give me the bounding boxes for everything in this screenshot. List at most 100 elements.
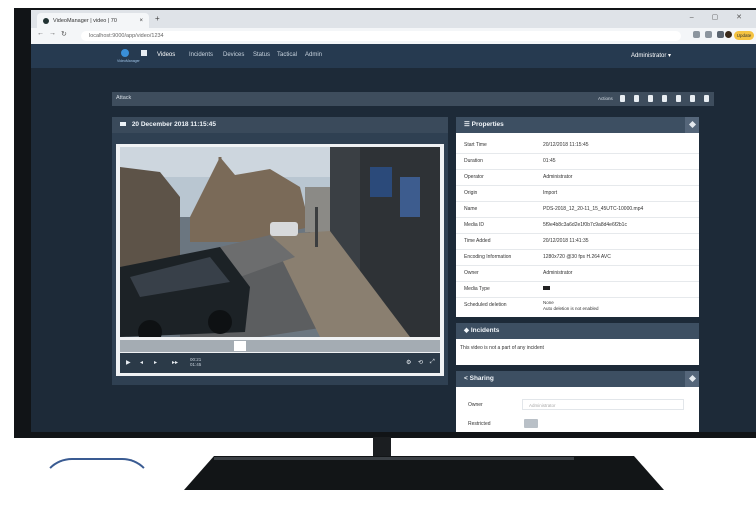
property-row: Media ID 5f9e4b8c3a6d2e1f0b7c9a8d4e6f2b1… bbox=[456, 217, 699, 234]
profile-avatar[interactable] bbox=[725, 31, 732, 38]
property-value: PDS-2018_12_20-11_15_45UTC-10000.mp4 bbox=[543, 206, 644, 212]
screen: VideoManager | video | 70 × + – ▢ ✕ ← → … bbox=[31, 10, 756, 432]
video-category-label: Attack bbox=[116, 95, 132, 101]
property-row: Operator Administrator bbox=[456, 169, 699, 186]
property-key: Scheduled deletion bbox=[464, 302, 507, 308]
home-icon[interactable] bbox=[141, 50, 147, 56]
seek-bar[interactable] bbox=[120, 340, 440, 352]
browser-tab[interactable]: VideoManager | video | 70 × bbox=[37, 13, 149, 28]
owner-value: Administrator bbox=[529, 403, 556, 408]
property-key: Time Added bbox=[464, 238, 491, 244]
nav-item-tactical[interactable]: Tactical bbox=[277, 52, 297, 58]
sharing-header: < Sharing bbox=[456, 371, 699, 387]
nav-item-incidents[interactable]: Incidents bbox=[189, 52, 213, 58]
favicon-icon bbox=[43, 17, 49, 24]
incidents-title: Incidents bbox=[470, 327, 500, 334]
nav-item-devices[interactable]: Devices bbox=[223, 52, 244, 58]
browser-tabbar: VideoManager | video | 70 × + – ▢ ✕ bbox=[31, 10, 756, 28]
decorative-arc bbox=[40, 458, 154, 522]
back-icon[interactable]: ← bbox=[37, 30, 44, 37]
player-controls: ▶ ◂ ▸ ▸▸ 00:21 01:45 ⚙ ⟲ ⤢ bbox=[120, 353, 440, 373]
nav-item-videos[interactable]: Videos bbox=[157, 52, 175, 58]
timecode: 00:21 01:45 bbox=[190, 357, 201, 367]
property-row: Media Type bbox=[456, 281, 699, 298]
fast-forward-icon[interactable]: ▸▸ bbox=[172, 359, 178, 366]
list-icon: ☰ bbox=[464, 121, 472, 128]
property-row: Start Time 20/12/2018 11:15:45 bbox=[456, 137, 699, 154]
property-value: 01:45 bbox=[543, 158, 556, 164]
property-value: Administrator bbox=[543, 174, 573, 180]
timecode-total: 01:45 bbox=[190, 362, 202, 367]
video-player[interactable]: ▶ ◂ ▸ ▸▸ 00:21 01:45 ⚙ ⟲ ⤢ bbox=[116, 144, 444, 376]
property-key: Name bbox=[464, 206, 478, 212]
property-row: Duration 01:45 bbox=[456, 153, 699, 170]
property-value: 1280x720 @30 fps H.264 AVC bbox=[543, 254, 611, 260]
address-bar[interactable]: localhost:9000/app/video/1234 bbox=[81, 31, 681, 41]
app-logo[interactable]: VideoManager bbox=[117, 48, 140, 64]
nav-item-status[interactable]: Status bbox=[253, 52, 270, 58]
incidents-panel: ◆ Incidents This video is not a part of … bbox=[456, 323, 699, 365]
extension-icon[interactable] bbox=[717, 31, 724, 38]
street-scene-image bbox=[120, 147, 440, 337]
app-navbar: VideoManager Videos Incidents Devices St… bbox=[31, 44, 756, 68]
extension-icon[interactable] bbox=[693, 31, 700, 38]
property-row: Owner Administrator bbox=[456, 265, 699, 282]
monitor-base-highlight bbox=[214, 457, 574, 460]
record-icon[interactable] bbox=[676, 95, 681, 102]
property-row: Time Added 20/12/2018 11:41:35 bbox=[456, 233, 699, 250]
filter-icon[interactable] bbox=[620, 95, 625, 102]
loop-icon[interactable]: ⟲ bbox=[418, 359, 423, 366]
camera-icon bbox=[120, 122, 126, 127]
video-frame[interactable] bbox=[120, 147, 440, 337]
step-back-icon[interactable]: ◂ bbox=[140, 359, 143, 366]
monitor-neck bbox=[373, 437, 391, 457]
incidents-message: This video is not a part of any incident bbox=[460, 345, 544, 351]
property-value: None Auto deletion is not enabled bbox=[543, 300, 599, 311]
properties-panel: ☰ Properties Start Time 20/12/2018 11:15… bbox=[456, 117, 699, 317]
actions-label: Actions bbox=[598, 96, 613, 101]
property-row: Name PDS-2018_12_20-11_15_45UTC-10000.mp… bbox=[456, 201, 699, 218]
more-icon[interactable] bbox=[704, 95, 709, 102]
close-tab-icon[interactable]: × bbox=[139, 18, 143, 24]
incident-icon: ◆ bbox=[464, 327, 471, 334]
property-value: Import bbox=[543, 190, 558, 196]
owner-field[interactable]: Administrator bbox=[522, 399, 684, 410]
reload-icon[interactable]: ↻ bbox=[61, 30, 67, 38]
bookmark-icon[interactable] bbox=[648, 95, 653, 102]
video-type-icon bbox=[543, 286, 550, 292]
edit-sharing-button[interactable] bbox=[685, 371, 699, 387]
property-row: Origin Import bbox=[456, 185, 699, 202]
restricted-label: Restricted bbox=[468, 421, 491, 427]
video-panel-header: 20 December 2018 11:15:45 bbox=[112, 117, 448, 133]
window-controls[interactable]: – ▢ ✕ bbox=[690, 13, 750, 21]
step-forward-icon[interactable]: ▸ bbox=[154, 359, 157, 366]
property-row: Encoding Information 1280x720 @30 fps H.… bbox=[456, 249, 699, 266]
pencil-icon bbox=[688, 120, 697, 129]
seek-handle[interactable] bbox=[234, 341, 246, 351]
edit-properties-button[interactable] bbox=[685, 117, 699, 133]
download-icon[interactable] bbox=[662, 95, 667, 102]
pencil-icon bbox=[688, 374, 697, 383]
settings-icon[interactable]: ⚙ bbox=[406, 359, 411, 366]
forward-icon[interactable]: → bbox=[49, 30, 56, 37]
play-icon[interactable]: ▶ bbox=[126, 359, 131, 366]
url-text: localhost:9000/app/video/1234 bbox=[89, 33, 164, 39]
property-key: Origin bbox=[464, 190, 478, 196]
update-button[interactable]: Update bbox=[734, 31, 754, 40]
logo-mark bbox=[121, 49, 129, 57]
extension-icon[interactable] bbox=[705, 31, 712, 38]
nav-item-admin[interactable]: Admin bbox=[305, 52, 322, 58]
monitor-bezel: VideoManager | video | 70 × + – ▢ ✕ ← → … bbox=[14, 8, 756, 438]
fullscreen-icon[interactable]: ⤢ bbox=[430, 359, 435, 366]
properties-title: Properties bbox=[471, 121, 504, 128]
restricted-toggle[interactable] bbox=[524, 419, 538, 428]
user-menu[interactable]: Administrator ▾ bbox=[631, 52, 671, 59]
delete-icon[interactable] bbox=[690, 95, 695, 102]
property-value: Administrator bbox=[543, 270, 573, 276]
logo-text: VideoManager bbox=[117, 59, 140, 63]
clip-icon[interactable] bbox=[634, 95, 639, 102]
monitor-base bbox=[184, 456, 664, 490]
sharing-panel: < Sharing Owner Administrator Restricted bbox=[456, 371, 699, 432]
new-tab-icon[interactable]: + bbox=[155, 14, 160, 23]
property-key: Media Type bbox=[464, 286, 490, 292]
